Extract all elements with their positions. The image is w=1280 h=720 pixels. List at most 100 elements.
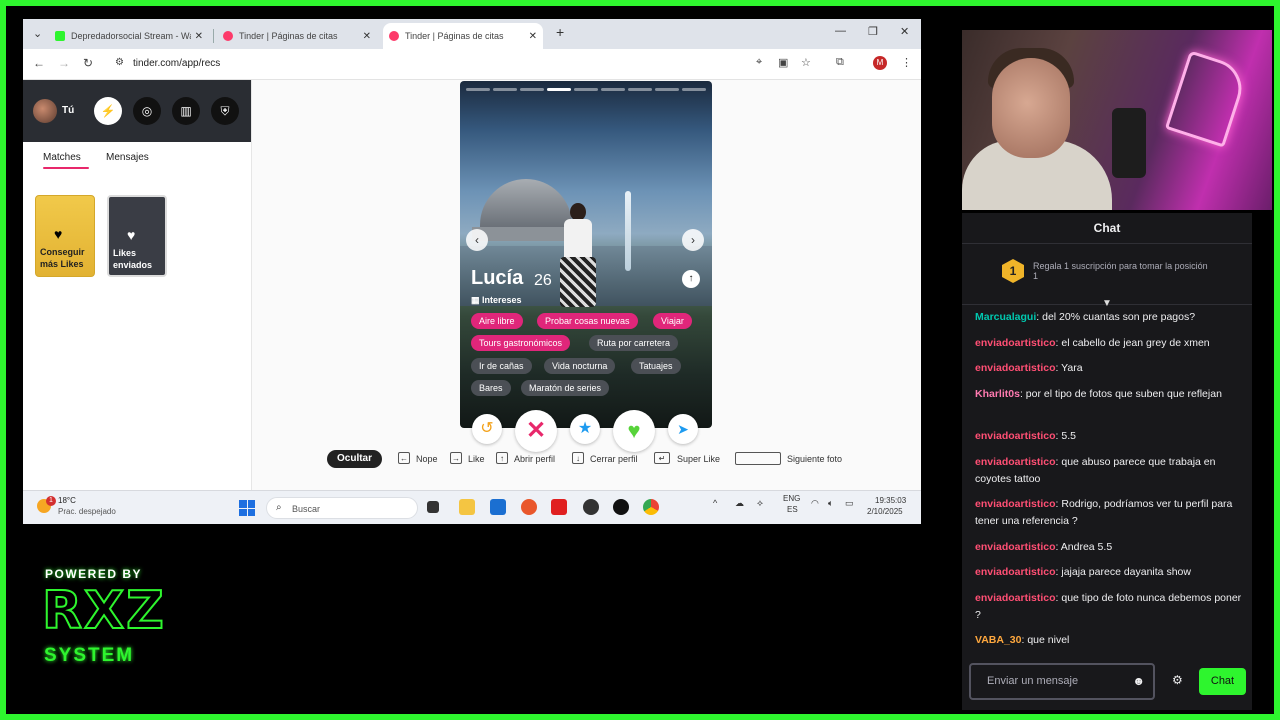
app-icon[interactable] <box>613 499 629 515</box>
hint-close-profile: Cerrar perfil <box>590 454 638 464</box>
tab-tinder-1[interactable]: Tinder | Páginas de citas ✕ <box>217 23 377 49</box>
chat-input[interactable]: Enviar un mensaje ☻ <box>969 663 1155 700</box>
close-tab-icon[interactable]: ✕ <box>363 31 371 42</box>
youtube-icon[interactable] <box>551 499 567 515</box>
taskbar-search[interactable]: ⌕ Buscar <box>266 497 418 519</box>
profile-avatar[interactable]: M <box>873 56 887 70</box>
interest-chip: Tours gastronómicos <box>471 335 571 351</box>
rewind-icon[interactable]: ↺ <box>472 414 502 444</box>
hint-open-profile: Abrir perfil <box>514 454 556 464</box>
task-view-icon[interactable] <box>427 501 439 513</box>
language-eng[interactable]: ENG <box>783 494 800 503</box>
microphone <box>1112 108 1146 178</box>
outlook-icon[interactable] <box>490 499 506 515</box>
tab-title: Tinder | Páginas de citas <box>239 31 338 41</box>
url-field[interactable]: tinder.com/app/recs <box>133 58 220 69</box>
language-es[interactable]: ES <box>787 505 798 514</box>
webcam-feed <box>962 30 1272 210</box>
chat-username[interactable]: Kharlit0s <box>975 388 1020 400</box>
chat-send-button[interactable]: Chat <box>1199 668 1246 695</box>
get-more-likes-card[interactable]: ♥ Conseguir más Likes <box>35 195 95 277</box>
site-info-icon[interactable]: ⚙ <box>115 57 124 68</box>
new-tab-button[interactable]: + <box>556 24 564 40</box>
close-tab-icon[interactable]: ✕ <box>529 31 537 42</box>
minimize-icon[interactable]: — <box>835 25 846 37</box>
forward-icon[interactable]: → <box>58 56 70 70</box>
chat-text: : del 20% cuantas son pre pagos? <box>1036 311 1196 323</box>
chat-username[interactable]: Marcualagui <box>975 311 1036 323</box>
install-app-icon[interactable]: ▣ <box>778 56 788 69</box>
firefox-icon[interactable] <box>521 499 537 515</box>
restore-icon[interactable]: ❐ <box>868 25 878 38</box>
back-icon[interactable]: ← <box>33 56 45 70</box>
tab-list-chevron-icon[interactable]: ⌄ <box>33 27 42 40</box>
windows-start-icon[interactable] <box>239 500 255 516</box>
chat-text: : por el tipo de fotos que suben que ref… <box>1019 388 1222 400</box>
clock-time[interactable]: 19:35:03 <box>875 496 906 505</box>
safety-shield-icon[interactable]: ⛨ <box>211 97 239 125</box>
right-key-icon: → <box>450 452 462 464</box>
interest-chip: Vida nocturna <box>544 358 616 374</box>
location-icon[interactable]: ⌖ <box>756 56 762 69</box>
chat-username[interactable]: VABA_30 <box>975 634 1022 646</box>
tab-matches[interactable]: Matches <box>43 152 81 163</box>
logo-top-text: POWERED BY <box>45 567 143 581</box>
interest-chip: Tatuajes <box>631 358 681 374</box>
next-photo-icon[interactable]: › <box>682 229 704 251</box>
gift-rank-badge[interactable]: 1 <box>1002 259 1024 283</box>
browser-window: ⌄ Depredadorsocial Stream - Wa ✕ Tinder … <box>23 19 921 524</box>
like-heart-icon[interactable]: ♥ <box>613 410 655 452</box>
menu-kebab-icon[interactable]: ⋮ <box>901 56 912 69</box>
obs-icon[interactable] <box>583 499 599 515</box>
chat-username[interactable]: enviadoartistico <box>975 430 1056 442</box>
network-icon[interactable]: ⟡ <box>757 498 763 509</box>
explore-compass-icon[interactable]: ◎ <box>133 97 161 125</box>
stream-chat: Chat 1 Regala 1 suscripción para tomar l… <box>962 213 1252 710</box>
close-tab-icon[interactable]: ✕ <box>195 31 203 42</box>
card-label: Conseguir más Likes <box>40 247 85 269</box>
tab-kick[interactable]: Depredadorsocial Stream - Wa ✕ <box>49 23 209 49</box>
chat-username[interactable]: enviadoartistico <box>975 498 1056 510</box>
tray-chevron-icon[interactable]: ^ <box>713 498 717 508</box>
tab-title: Tinder | Páginas de citas <box>405 31 504 41</box>
my-profile-label[interactable]: Tú <box>62 105 74 116</box>
open-profile-icon[interactable]: ↑ <box>682 270 700 288</box>
my-avatar[interactable] <box>33 99 57 123</box>
chat-username[interactable]: enviadoartistico <box>975 337 1056 349</box>
hint-like: Like <box>468 454 485 464</box>
tab-messages[interactable]: Mensajes <box>106 152 149 163</box>
expand-chevron-icon[interactable]: ▼ <box>1102 298 1112 309</box>
file-explorer-icon[interactable] <box>459 499 475 515</box>
gift-sub-prompt[interactable]: Regala 1 suscripción para tomar la posic… <box>1033 261 1213 281</box>
chat-username[interactable]: enviadoartistico <box>975 541 1056 553</box>
card-label: Likes enviados <box>113 248 153 270</box>
prev-photo-icon[interactable]: ‹ <box>466 229 488 251</box>
chrome-icon[interactable] <box>643 499 659 515</box>
likes-sent-card[interactable]: ♥ Likes enviados <box>107 195 167 277</box>
hide-hints-button[interactable]: Ocultar <box>327 450 383 468</box>
chat-username[interactable]: enviadoartistico <box>975 566 1056 578</box>
interest-chip: Maratón de series <box>521 380 610 396</box>
clock-date[interactable]: 2/10/2025 <box>867 507 903 516</box>
chat-username[interactable]: enviadoartistico <box>975 592 1056 604</box>
wifi-icon[interactable]: ◠ <box>811 498 819 509</box>
chat-username[interactable]: enviadoartistico <box>975 456 1056 468</box>
reload-icon[interactable]: ↻ <box>83 56 93 70</box>
nope-x-icon[interactable]: ✕ <box>515 410 557 452</box>
tab-tinder-active[interactable]: Tinder | Páginas de citas ✕ <box>383 23 543 49</box>
profile-photo-card[interactable]: ‹ › ↑ Lucía 26 ▦ Intereses Aire libre Pro… <box>460 81 712 428</box>
cloud-icon[interactable]: ☁ <box>735 498 744 509</box>
volume-icon[interactable]: 🔈︎ <box>828 498 833 509</box>
emoji-icon[interactable]: ☻ <box>1132 674 1145 688</box>
boost-icon[interactable]: ⚡ <box>94 97 122 125</box>
bookmark-star-icon[interactable]: ☆ <box>801 56 811 69</box>
battery-icon[interactable]: ▭ <box>845 498 854 509</box>
chat-settings-gear-icon[interactable]: ⚙ <box>1172 673 1183 687</box>
extensions-icon[interactable]: ⧉ <box>836 56 844 69</box>
boost-send-icon[interactable]: ➤ <box>668 414 698 444</box>
super-like-star-icon[interactable]: ★ <box>570 414 600 444</box>
close-window-icon[interactable]: ✕ <box>900 25 909 38</box>
interest-chip: Ruta por carretera <box>589 335 679 351</box>
chat-username[interactable]: enviadoartistico <box>975 362 1056 374</box>
passport-icon[interactable]: ▥ <box>172 97 200 125</box>
